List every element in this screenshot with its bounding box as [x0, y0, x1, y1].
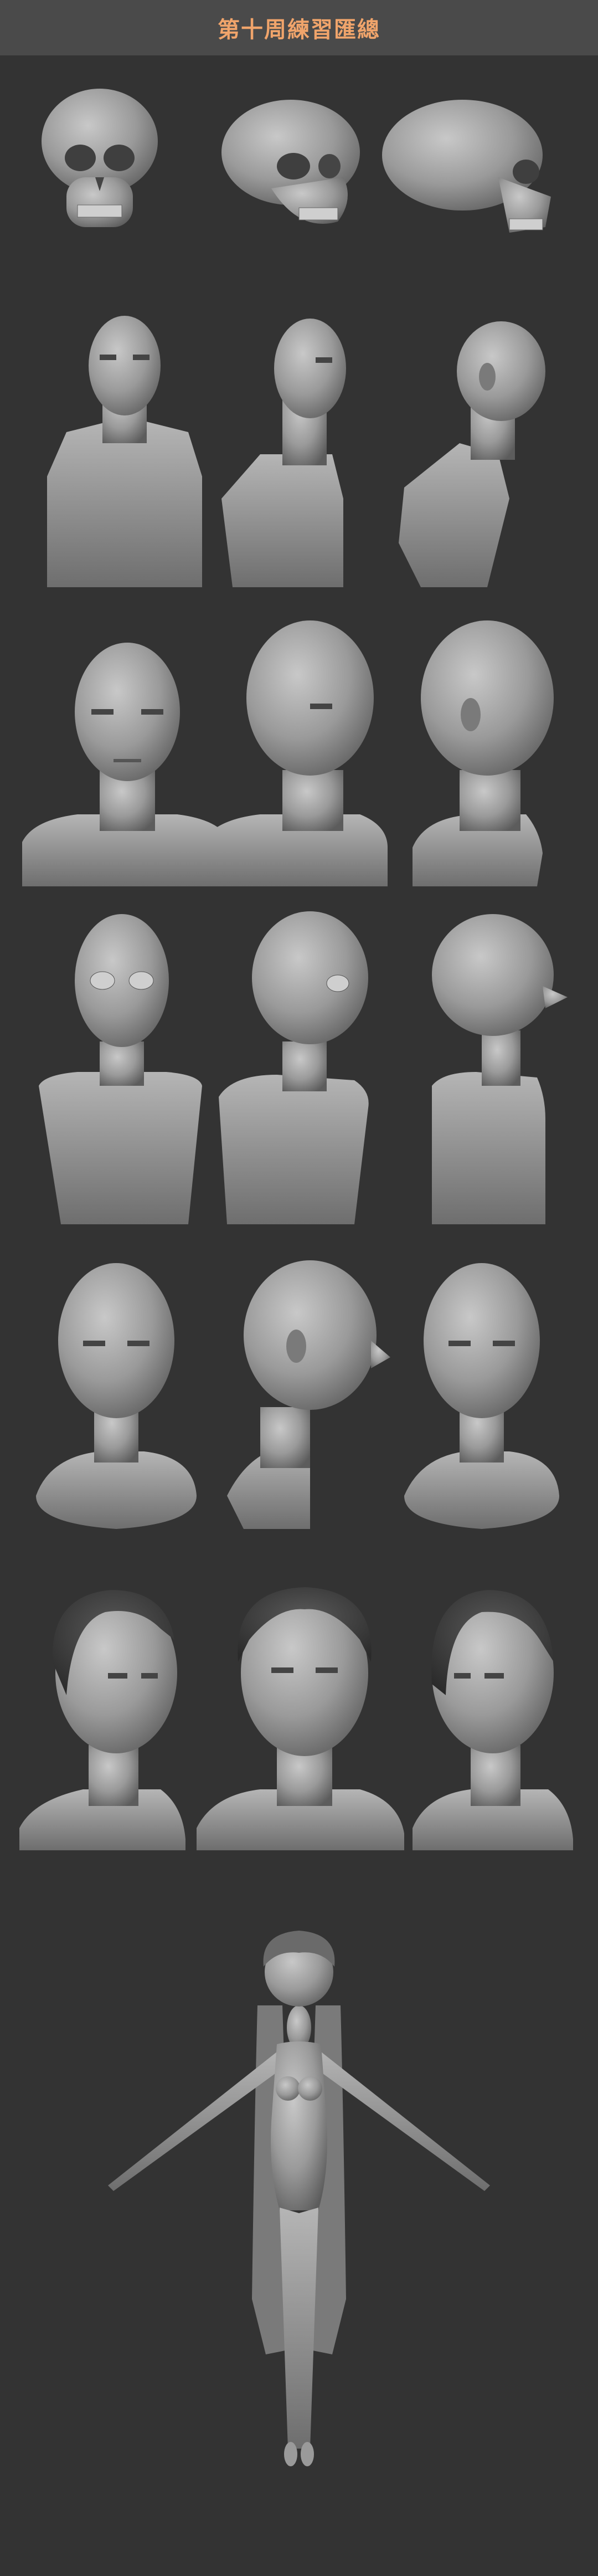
female-figure: [108, 1931, 490, 2466]
anatomy-head-front-2: [404, 1263, 559, 1529]
skull-row: [42, 89, 551, 233]
hair-head-right: [413, 1590, 573, 1850]
bald-bust-row: [22, 620, 554, 886]
skull-side: [382, 100, 551, 233]
planar-head-three-quarter: [221, 319, 346, 587]
page-title: 第十周練習匯總: [218, 17, 380, 43]
page-header: 第十周練習匯總: [0, 0, 598, 55]
hair-head-row: [19, 1587, 573, 1850]
planar-head-side: [399, 321, 545, 587]
sculpt-gallery: [0, 55, 598, 2576]
anatomy-head-front: [36, 1263, 197, 1529]
hair-head-center: [197, 1587, 404, 1850]
anatomy-head-row: [36, 1260, 559, 1529]
bald-bust-side: [413, 620, 554, 886]
stylized-bust-front: [39, 914, 202, 1224]
bald-bust-three-quarter: [199, 620, 388, 886]
stylized-bust-three-quarter: [219, 911, 369, 1224]
planar-head-row: [47, 316, 545, 587]
stylized-bust-side: [432, 914, 568, 1224]
hair-head-left: [19, 1590, 185, 1850]
stylized-bust-row: [39, 911, 568, 1224]
bald-bust-front: [22, 643, 230, 886]
anatomy-head-side: [227, 1260, 390, 1529]
planar-head-front: [47, 316, 202, 587]
skull-front: [42, 89, 158, 227]
skull-three-quarter: [221, 100, 360, 224]
